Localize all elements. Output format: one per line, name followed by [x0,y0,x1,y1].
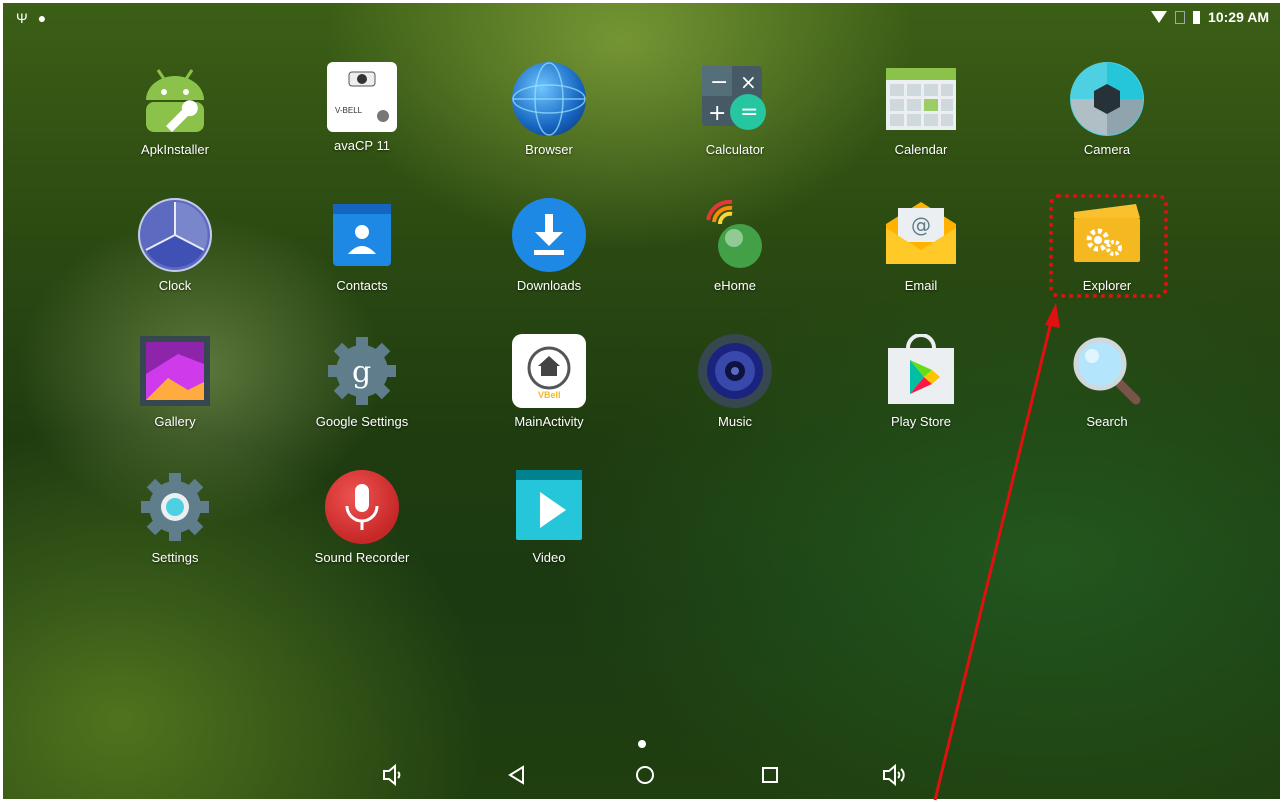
gallery-icon [138,334,212,408]
home-icon[interactable] [630,762,660,794]
app-downloads[interactable]: Downloads [479,198,619,293]
app-camera[interactable]: Camera [1037,62,1177,157]
app-label: ApkInstaller [141,142,209,157]
explorer-highlight-box [1049,194,1168,298]
google-g: g [352,355,371,390]
ehome-icon [698,198,772,272]
app-settings[interactable]: Settings [105,470,245,565]
play-store-icon [884,333,958,408]
svg-text:+: + [708,101,726,126]
settings-gear-icon [138,470,212,544]
app-music[interactable]: Music [665,334,805,429]
app-label: eHome [714,278,756,293]
app-label: Music [718,414,752,429]
app-clock[interactable]: Clock [105,198,245,293]
android-debug-icon: ● [37,10,47,26]
app-email[interactable]: @ Email [851,198,991,293]
email-at: @ [911,213,931,237]
app-label: Camera [1083,142,1131,157]
app-gallery[interactable]: Gallery [105,334,245,429]
nav-bar [0,752,1283,802]
status-bar: Ψ ● 10:29 AM [6,6,1277,34]
svg-text:×: × [740,70,757,94]
app-label: Google Settings [315,414,409,429]
wifi-icon [1151,11,1168,23]
app-label: Gallery [154,414,196,429]
avacp-brand: V-BELL [335,106,363,115]
contacts-icon [325,198,399,272]
app-ehome[interactable]: eHome [665,198,805,293]
vbell-brand: VBell [538,390,561,400]
camera-shutter-icon [1070,62,1144,136]
app-avacp[interactable]: V-BELL avaCP 11 [292,62,432,153]
video-play-icon [512,470,586,544]
app-calendar[interactable]: Calendar [851,62,991,157]
vbell-device-icon: V-BELL [327,62,397,132]
app-play-store[interactable]: Play Store [851,333,991,429]
app-browser[interactable]: Browser [479,62,619,157]
app-label: Search [1086,414,1128,429]
svg-text:=: = [740,100,758,125]
app-video[interactable]: Video [479,470,619,565]
app-label: Clock [158,278,192,293]
volume-up-icon[interactable] [879,762,909,794]
app-label: Email [904,278,938,293]
app-calculator[interactable]: − × + = Calculator [665,62,805,157]
app-label: Play Store [891,414,951,429]
clock-time: 10:29 AM [1208,9,1269,25]
app-label: Calculator [705,142,765,157]
app-sound-recorder[interactable]: Sound Recorder [292,470,432,565]
back-icon[interactable] [502,762,532,794]
google-settings-icon: g [325,334,399,408]
app-label: Downloads [516,278,582,293]
calendar-icon [884,62,958,136]
app-label: Sound Recorder [314,550,410,565]
app-search[interactable]: Search [1037,334,1177,429]
app-label: Browser [525,142,573,157]
vbell-home-icon: VBell [512,334,586,408]
android-wrench-icon [138,62,212,136]
app-google-settings[interactable]: g Google Settings [292,334,432,429]
svg-text:−: − [710,70,728,95]
app-label: Calendar [894,142,948,157]
speaker-icon [698,334,772,408]
app-contacts[interactable]: Contacts [292,198,432,293]
recents-icon[interactable] [755,762,785,794]
battery-icon [1193,10,1201,24]
app-label: avaCP 11 [334,138,390,153]
microphone-icon [325,470,399,544]
download-icon [512,198,586,272]
magnifier-icon [1070,334,1144,408]
app-mainactivity[interactable]: VBell MainActivity [479,334,619,429]
usb-icon: Ψ [16,10,28,26]
page-indicator [638,740,646,748]
app-apkinstaller[interactable]: ApkInstaller [105,62,245,157]
app-label: Contacts [336,278,388,293]
no-sim-icon [1175,10,1186,24]
clock-icon [138,198,212,272]
volume-down-icon[interactable] [378,762,408,794]
app-label: MainActivity [514,414,584,429]
email-icon: @ [884,198,958,272]
app-label: Settings [151,550,199,565]
app-label: Video [532,550,566,565]
calculator-icon: − × + = [698,62,772,136]
globe-icon [512,62,586,136]
